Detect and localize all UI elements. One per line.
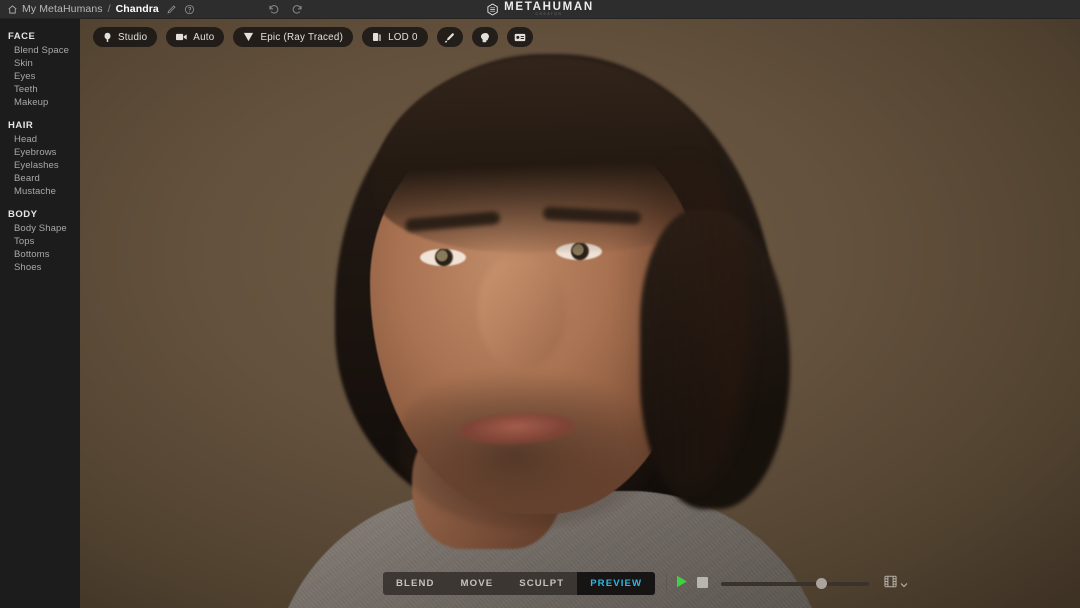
sidebar-item-blend-space[interactable]: Blend Space: [0, 44, 80, 57]
lod-label: LOD 0: [388, 32, 418, 43]
camera-icon: [176, 33, 187, 41]
layers-icon: [372, 32, 382, 42]
undo-icon[interactable]: [268, 3, 280, 15]
lod-button[interactable]: LOD 0: [362, 27, 428, 47]
character-face-shadow: [620, 159, 750, 489]
metahuman-hex-icon: [486, 3, 499, 16]
brush-icon: [444, 32, 455, 43]
id-card-icon: [514, 33, 526, 42]
timeline-slider-handle[interactable]: [816, 578, 827, 589]
sidebar-group-title: FACE: [0, 31, 80, 44]
camera-mode-label: Auto: [193, 32, 214, 43]
tab-move[interactable]: MOVE: [448, 572, 507, 595]
id-card-button[interactable]: [507, 27, 533, 47]
sidebar-item-head[interactable]: Head: [0, 133, 80, 146]
pencil-icon[interactable]: [163, 4, 177, 15]
breadcrumb-separator: /: [107, 3, 112, 15]
sidebar-group-body: BODY Body Shape Tops Bottoms Shoes: [0, 209, 80, 274]
sidebar-item-eyebrows[interactable]: Eyebrows: [0, 146, 80, 159]
sidebar-item-skin[interactable]: Skin: [0, 57, 80, 70]
viewport-3d[interactable]: Studio Auto Epic (Ray Traced): [80, 19, 1080, 608]
film-strip-icon: [884, 575, 897, 593]
breadcrumb-root[interactable]: My MetaHumans: [22, 3, 103, 15]
help-circle-icon[interactable]: [181, 4, 195, 15]
sidebar-item-bottoms[interactable]: Bottoms: [0, 248, 80, 261]
character-beard: [398, 369, 658, 529]
character-nose: [478, 257, 566, 369]
sidebar-spacer: [0, 109, 80, 120]
frame-rate-selector[interactable]: [884, 575, 908, 593]
sidebar-item-shoes[interactable]: Shoes: [0, 261, 80, 274]
camera-mode-button[interactable]: Auto: [166, 27, 224, 47]
sidebar-item-mustache[interactable]: Mustache: [0, 185, 80, 198]
metahuman-character-render: [80, 19, 1080, 608]
sidebar-spacer: [0, 198, 80, 209]
logo-text-block: METAHUMAN CREATOR: [504, 1, 594, 17]
app-logo: METAHUMAN CREATOR: [486, 1, 594, 17]
toolbar-divider: [666, 574, 667, 593]
sidebar-group-hair: HAIR Head Eyebrows Eyelashes Beard Musta…: [0, 120, 80, 198]
gem-quality-icon: [243, 32, 254, 42]
character-pupil-left: [436, 250, 451, 265]
brush-tool-button[interactable]: [437, 27, 463, 47]
viewport-toolbar: Studio Auto Epic (Ray Traced): [93, 27, 533, 47]
light-bulb-icon: [103, 32, 112, 43]
home-icon[interactable]: [7, 4, 18, 15]
redo-icon[interactable]: [291, 3, 303, 15]
sidebar-group-face: FACE Blend Space Skin Eyes Teeth Makeup: [0, 31, 80, 109]
sidebar-item-tops[interactable]: Tops: [0, 235, 80, 248]
history-controls: [268, 3, 303, 15]
bottom-toolbar: BLEND MOVE SCULPT PREVIEW: [383, 572, 908, 595]
tab-blend[interactable]: BLEND: [383, 572, 448, 595]
sidebar-group-title: BODY: [0, 209, 80, 222]
lighting-preset-button[interactable]: Studio: [93, 27, 157, 47]
sidebar-item-beard[interactable]: Beard: [0, 172, 80, 185]
top-bar: My MetaHumans / Chandra: [0, 0, 1080, 19]
tab-preview[interactable]: PREVIEW: [577, 572, 655, 595]
tab-sculpt[interactable]: SCULPT: [506, 572, 577, 595]
lighting-preset-label: Studio: [118, 32, 147, 43]
quality-preset-button[interactable]: Epic (Ray Traced): [233, 27, 353, 47]
sidebar-item-eyes[interactable]: Eyes: [0, 70, 80, 83]
breadcrumb-current[interactable]: Chandra: [116, 3, 159, 15]
sidebar-item-makeup[interactable]: Makeup: [0, 96, 80, 109]
sidebar: FACE Blend Space Skin Eyes Teeth Makeup …: [0, 19, 80, 608]
play-icon[interactable]: [676, 575, 688, 593]
chevron-down-icon: [900, 575, 908, 593]
metahuman-creator-app: My MetaHumans / Chandra: [0, 0, 1080, 608]
logo-subtitle: CREATOR: [535, 12, 562, 17]
edit-mode-tabs: BLEND MOVE SCULPT PREVIEW: [383, 572, 655, 595]
head-view-button[interactable]: [472, 27, 498, 47]
head-profile-icon: [479, 32, 490, 43]
breadcrumb: My MetaHumans / Chandra: [0, 3, 195, 15]
timeline-slider[interactable]: [721, 582, 869, 586]
sidebar-group-title: HAIR: [0, 120, 80, 133]
stop-icon[interactable]: [697, 575, 708, 593]
sidebar-item-teeth[interactable]: Teeth: [0, 83, 80, 96]
sidebar-item-body-shape[interactable]: Body Shape: [0, 222, 80, 235]
quality-preset-label: Epic (Ray Traced): [260, 32, 343, 43]
sidebar-item-eyelashes[interactable]: Eyelashes: [0, 159, 80, 172]
